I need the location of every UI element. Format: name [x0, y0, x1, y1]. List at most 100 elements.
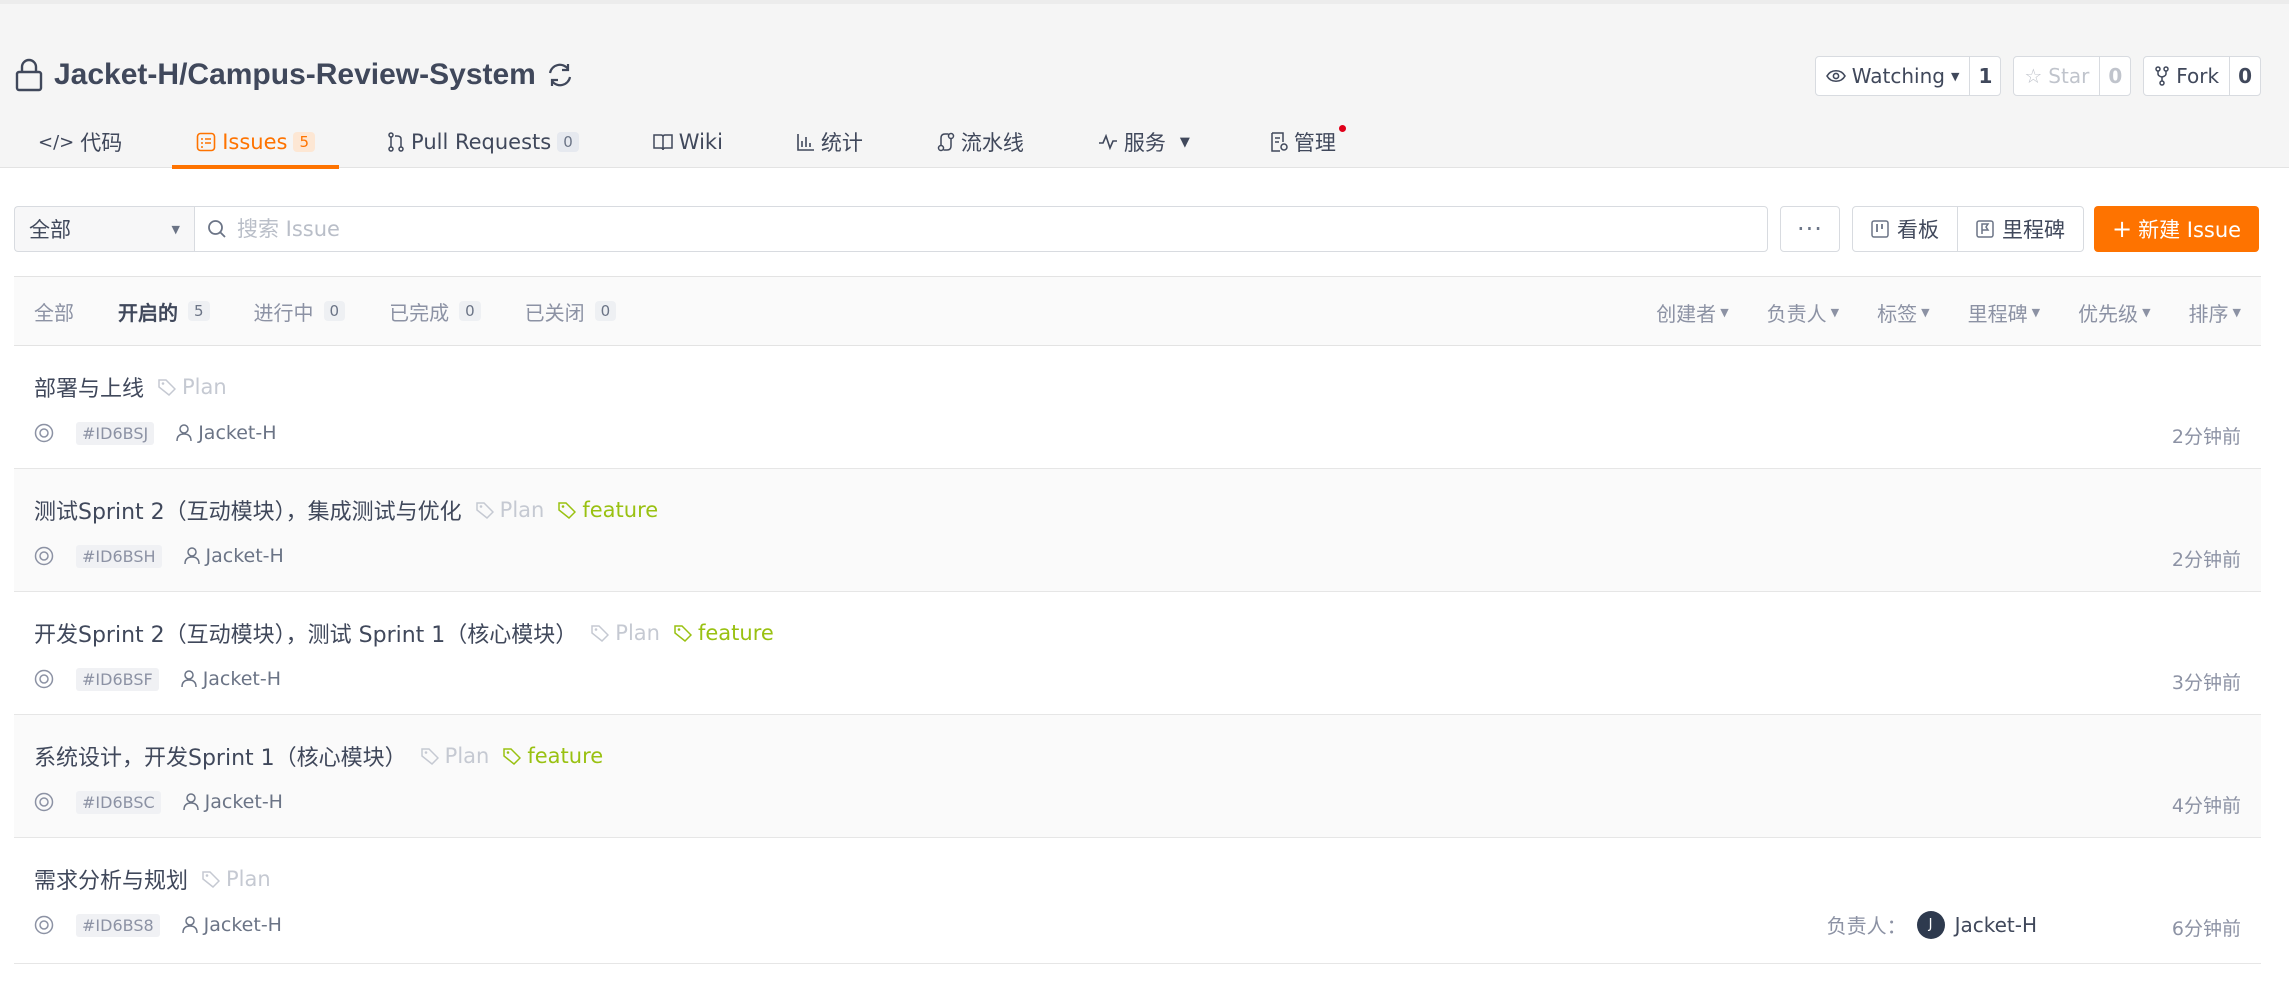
eye-icon: [1825, 69, 1846, 83]
scope-select[interactable]: 全部 ▼: [14, 206, 194, 252]
label-plan[interactable]: Plan: [591, 621, 660, 645]
caret-down-icon: ▼: [2142, 305, 2151, 319]
issue-title[interactable]: 测试Sprint 2（互动模块），集成测试与优化: [34, 494, 462, 526]
issue-row[interactable]: 测试Sprint 2（互动模块），集成测试与优化 Plan feature #I…: [14, 469, 2261, 592]
tab-issues-label: Issues: [222, 130, 288, 154]
issue-id[interactable]: #ID6BSF: [76, 667, 159, 691]
more-options-button[interactable]: ···: [1780, 206, 1840, 252]
search-input[interactable]: [237, 217, 1755, 241]
issue-row[interactable]: 需求分析与规划 Plan #ID6BS8 Jacket-H 负责人： J Jac…: [14, 838, 2261, 964]
issue-row[interactable]: 开发Sprint 2（互动模块），测试 Sprint 1（核心模块） Plan …: [14, 592, 2261, 715]
state-in-progress[interactable]: 进行中 0: [254, 297, 346, 326]
label-text: feature: [697, 621, 774, 645]
tab-wiki[interactable]: Wiki: [651, 116, 725, 168]
star-label: Star: [2048, 64, 2090, 88]
issue-id[interactable]: #ID6BSH: [76, 544, 162, 568]
tab-pull-requests[interactable]: Pull Requests 0: [385, 116, 581, 168]
view-switcher: 看板 里程碑: [1852, 206, 2084, 252]
notification-dot: [1338, 125, 1346, 132]
caret-down-icon: ▼: [171, 222, 180, 236]
star-count[interactable]: 0: [2099, 57, 2130, 95]
tab-stats-label: 统计: [820, 131, 863, 155]
issue-id[interactable]: #ID6BSC: [76, 790, 161, 814]
tag-icon: [674, 624, 692, 642]
watch-button[interactable]: Watching ▼ 1: [1814, 56, 2002, 96]
label-feature[interactable]: feature: [503, 744, 603, 768]
user-icon: [183, 547, 200, 565]
tab-manage[interactable]: 管理: [1268, 116, 1346, 168]
issue-title[interactable]: 系统设计，开发Sprint 1（核心模块）: [34, 740, 407, 772]
tab-stats[interactable]: 统计: [795, 116, 865, 168]
filter-assignee-label: 负责人: [1766, 301, 1827, 326]
tab-pipeline[interactable]: 流水线: [935, 116, 1026, 168]
issue-time: 3分钟前: [2171, 672, 2241, 694]
issue-assignee[interactable]: 负责人： J Jacket-H: [1827, 910, 2037, 939]
milestone-icon: [1976, 220, 1994, 238]
open-status-icon: [34, 423, 54, 443]
label-text: Plan: [226, 867, 271, 891]
book-icon: [653, 133, 673, 151]
issue-id[interactable]: #ID6BS8: [76, 913, 160, 937]
watch-count[interactable]: 1: [1969, 57, 2000, 95]
filter-milestone[interactable]: 里程碑 ▼: [1968, 298, 2040, 327]
filter-sort-label: 排序: [2188, 301, 2229, 326]
chart-icon: [797, 133, 815, 151]
issue-row[interactable]: 部署与上线 Plan #ID6BSJ Jacket-H 2分钟前: [14, 346, 2261, 469]
milestone-button[interactable]: 里程碑: [1957, 207, 2083, 251]
tab-code[interactable]: </> 代码: [36, 116, 124, 168]
sync-icon[interactable]: [546, 61, 574, 89]
issue-title[interactable]: 开发Sprint 2（互动模块），测试 Sprint 1（核心模块）: [34, 617, 577, 649]
scope-select-value: 全部: [29, 218, 71, 242]
state-open-label: 开启的: [118, 300, 178, 325]
filter-priority[interactable]: 优先级 ▼: [2078, 298, 2150, 327]
star-button[interactable]: ☆ Star 0: [2013, 56, 2132, 96]
label-feature[interactable]: feature: [674, 621, 774, 645]
state-closed-label: 已关闭: [524, 300, 585, 325]
issue-list-panel: 全部 开启的 5 进行中 0 已完成 0 已关闭 0 创建者 ▼ 负责人 ▼ 标签 ▼ 里程碑…: [14, 276, 2261, 964]
label-feature[interactable]: feature: [558, 498, 658, 522]
label-plan[interactable]: Plan: [158, 375, 227, 399]
label-text: Plan: [499, 498, 545, 522]
label-text: Plan: [444, 744, 490, 768]
issue-title[interactable]: 部署与上线: [34, 371, 144, 403]
tab-wiki-label: Wiki: [678, 130, 723, 154]
fork-button[interactable]: Fork 0: [2143, 56, 2261, 96]
filter-milestone-label: 里程碑: [1967, 301, 2028, 326]
state-closed-count: 0: [594, 301, 617, 321]
label-plan[interactable]: Plan: [420, 744, 490, 768]
filter-sort[interactable]: 排序 ▼: [2189, 298, 2241, 327]
label-plan[interactable]: Plan: [475, 498, 545, 522]
issue-author[interactable]: Jacket-H: [180, 668, 281, 690]
new-issue-button[interactable]: + 新建 Issue: [2094, 206, 2260, 252]
tab-services[interactable]: 服务 ▼: [1096, 116, 1192, 168]
issue-author[interactable]: Jacket-H: [182, 791, 283, 813]
state-done[interactable]: 已完成 0: [389, 297, 481, 326]
board-button[interactable]: 看板: [1853, 207, 1957, 251]
filter-creator[interactable]: 创建者 ▼: [1656, 298, 1728, 327]
issue-title[interactable]: 需求分析与规划: [34, 863, 188, 895]
state-all[interactable]: 全部: [34, 297, 74, 326]
filter-label[interactable]: 标签 ▼: [1877, 298, 1929, 327]
repo-tabs: </> 代码 Issues 5 Pull Requests 0 Wiki 统计 …: [36, 116, 1346, 169]
label-plan[interactable]: Plan: [202, 867, 271, 891]
state-open[interactable]: 开启的 5: [118, 297, 210, 326]
repo-header: Jacket-H/Campus-Review-System Watching ▼ …: [0, 4, 2289, 169]
filter-creator-label: 创建者: [1656, 301, 1717, 326]
fork-count[interactable]: 0: [2229, 57, 2260, 95]
new-issue-label: 新建 Issue: [2138, 218, 2242, 242]
search-icon: [207, 219, 227, 239]
tab-manage-label: 管理: [1293, 131, 1336, 155]
issue-author[interactable]: Jacket-H: [181, 914, 282, 936]
state-closed[interactable]: 已关闭 0: [525, 297, 617, 326]
caret-down-icon: ▼: [2031, 305, 2041, 319]
filter-assignee[interactable]: 负责人 ▼: [1767, 298, 1839, 327]
tab-services-label: 服务: [1123, 131, 1166, 155]
tab-issues[interactable]: Issues 5: [172, 116, 339, 169]
issue-row[interactable]: 系统设计，开发Sprint 1（核心模块） Plan feature #ID6B…: [14, 715, 2261, 838]
issue-author[interactable]: Jacket-H: [176, 422, 277, 444]
issue-author[interactable]: Jacket-H: [183, 545, 284, 567]
tag-icon: [558, 501, 577, 519]
issue-id[interactable]: #ID6BSJ: [76, 421, 155, 445]
assignee-label: 负责人：: [1826, 914, 1907, 938]
repo-name[interactable]: Jacket-H/Campus-Review-System: [54, 58, 536, 92]
